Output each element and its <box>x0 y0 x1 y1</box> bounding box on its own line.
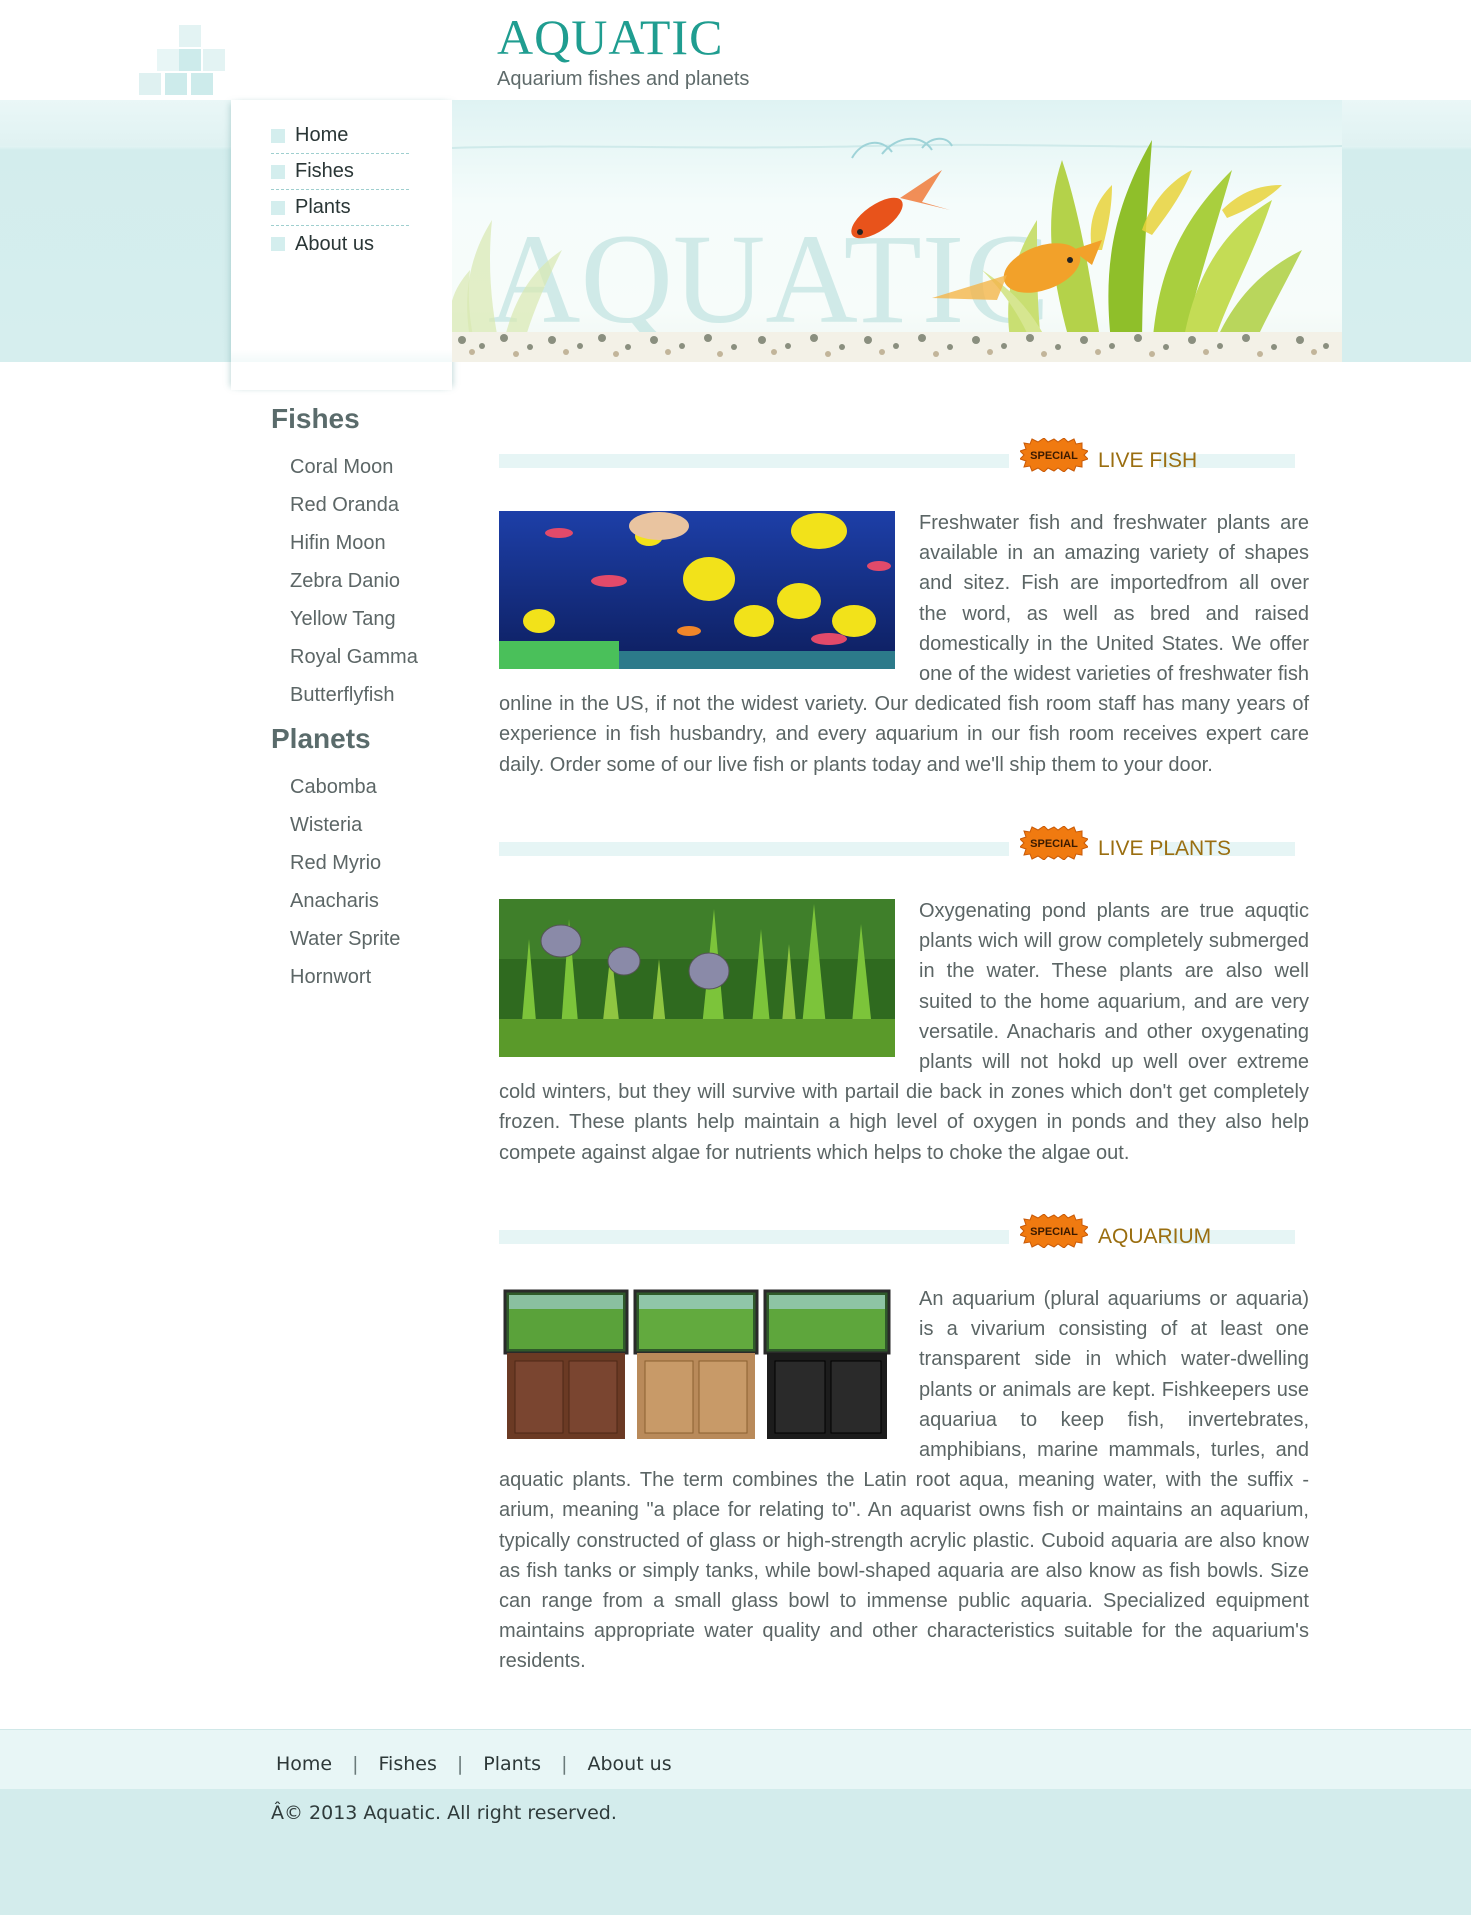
sidebar-heading-planets: Planets <box>271 723 371 754</box>
sidebar-item-plant[interactable]: Wisteria <box>290 814 400 852</box>
section-header-live-plants: SPECIAL LIVE PLANTS <box>499 826 1295 860</box>
nav-item-fishes[interactable]: Fishes <box>271 154 409 190</box>
nav-item-label: Fishes <box>295 160 354 182</box>
copyright-text: Â© 2013 Aquatic. All right reserved. <box>271 1802 617 1824</box>
square-bullet-icon <box>271 164 285 179</box>
sidebar-item-fish[interactable]: Royal Gamma <box>290 646 418 684</box>
square-bullet-icon <box>271 200 285 215</box>
footer-separator: | <box>456 1753 464 1775</box>
footer-link-about[interactable]: About us <box>587 1753 671 1775</box>
sidebar-item-fish[interactable]: Zebra Danio <box>290 570 418 608</box>
nav-item-home[interactable]: Home <box>271 118 409 154</box>
sidebar-item-fish[interactable]: Coral Moon <box>290 456 418 494</box>
sidebar-item-plant[interactable]: Hornwort <box>290 966 400 1004</box>
footer-separator: | <box>561 1753 568 1775</box>
footer-link-plants[interactable]: Plants <box>483 1753 541 1775</box>
hero-banner: AQUATIC <box>452 100 1342 362</box>
section-body-live-fish: Freshwater fish and freshwater plants ar… <box>499 508 1309 780</box>
nav-item-label: About us <box>295 232 374 255</box>
section-title: LIVE FISH <box>1098 449 1198 472</box>
aquarium-plants-photo <box>499 899 895 1057</box>
nav-item-about[interactable]: About us <box>271 226 409 262</box>
tropical-fish-photo <box>499 511 895 669</box>
footer-links: Home | Fishes | Plants | About us <box>276 1753 672 1775</box>
footer-bottom-band <box>0 1789 1471 1915</box>
sidebar-fish-list: Coral Moon Red Oranda Hifin Moon Zebra D… <box>290 456 418 722</box>
sidebar-item-fish[interactable]: Hifin Moon <box>290 532 418 570</box>
section-body-aquarium: An aquarium (plural aquariums or aquaria… <box>499 1284 1309 1677</box>
special-badge-icon: SPECIAL <box>1020 826 1088 860</box>
sidebar-item-plant[interactable]: Anacharis <box>290 890 400 928</box>
section-header-live-fish: SPECIAL LIVE FISH <box>499 438 1295 472</box>
footer-link-fishes[interactable]: Fishes <box>379 1753 437 1775</box>
sidebar-item-fish[interactable]: Red Oranda <box>290 494 418 532</box>
nav-item-label: Home <box>295 124 349 146</box>
banner-watermark: AQUATIC <box>488 208 1050 350</box>
square-bullet-icon <box>271 237 285 251</box>
section-body-live-plants: Oxygenating pond plants are true aquqtic… <box>499 896 1309 1168</box>
footer-link-home[interactable]: Home <box>276 1753 332 1775</box>
sidebar-item-fish[interactable]: Butterflyfish <box>290 684 418 722</box>
section-header-aquarium: SPECIAL AQUARIUM <box>499 1214 1295 1248</box>
main-nav: Home Fishes Plants About us <box>271 118 409 262</box>
nav-item-plants[interactable]: Plants <box>271 190 409 226</box>
footer-nav-bar <box>0 1729 1471 1790</box>
badge-label: SPECIAL <box>1030 838 1078 850</box>
sidebar-item-plant[interactable]: Cabomba <box>290 776 400 814</box>
sidebar-item-plant[interactable]: Red Myrio <box>290 852 400 890</box>
section-title: AQUARIUM <box>1098 1225 1212 1248</box>
special-badge-icon: SPECIAL <box>1020 1214 1088 1248</box>
square-bullet-icon <box>271 128 285 143</box>
logo-tiles-decoration <box>139 25 231 99</box>
site-logo[interactable]: AQUATIC <box>497 8 723 66</box>
sidebar-item-plant[interactable]: Water Sprite <box>290 928 400 966</box>
badge-label: SPECIAL <box>1030 450 1078 462</box>
aquarium-banner-illustration: AQUATIC <box>452 137 1342 362</box>
badge-label: SPECIAL <box>1030 1226 1078 1238</box>
section-title: LIVE PLANTS <box>1098 837 1232 860</box>
site-tagline: Aquarium fishes and planets <box>497 68 750 90</box>
special-badge-icon: SPECIAL <box>1020 438 1088 472</box>
sidebar-item-fish[interactable]: Yellow Tang <box>290 608 418 646</box>
sidebar-heading-fishes: Fishes <box>271 403 360 434</box>
aquarium-tanks-photo <box>499 1287 895 1445</box>
nav-item-label: Plants <box>295 196 351 218</box>
footer-separator: | <box>352 1753 359 1775</box>
sidebar-plant-list: Cabomba Wisteria Red Myrio Anacharis Wat… <box>290 776 400 1004</box>
